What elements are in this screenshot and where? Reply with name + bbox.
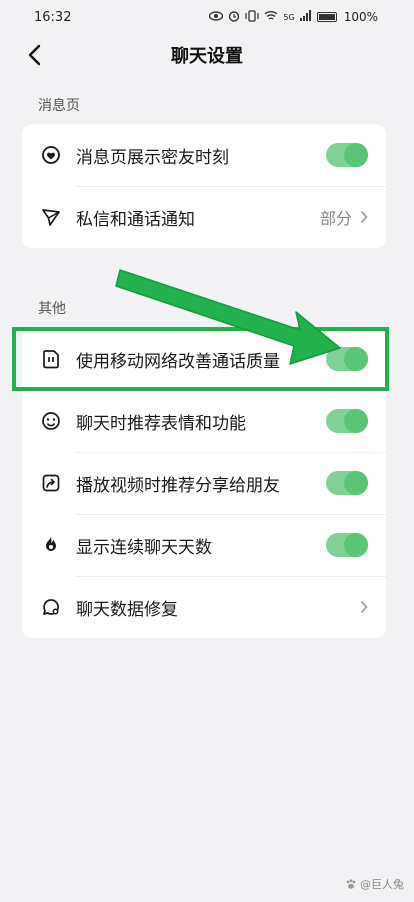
settings-card-other: 使用移动网络改善通话质量 聊天时推荐表情和功能 播放视频时推荐分享给朋友 显示连…: [22, 328, 386, 638]
settings-row-recommend-stickers[interactable]: 聊天时推荐表情和功能: [22, 390, 386, 452]
flame-icon: [40, 534, 62, 556]
nav-bar: 聊天设置: [0, 34, 414, 76]
chat-streak-days-toggle[interactable]: [326, 533, 368, 557]
row-label: 消息页展示密友时刻: [76, 147, 229, 168]
settings-row-chat-data-repair[interactable]: 聊天数据修复: [22, 576, 386, 638]
settings-row-close-friend-moments[interactable]: 消息页展示密友时刻: [22, 124, 386, 186]
settings-row-recommend-share-video[interactable]: 播放视频时推荐分享给朋友: [22, 452, 386, 514]
send-icon: [40, 206, 62, 228]
heart-pin-icon: [40, 144, 62, 166]
section-label-messages: 消息页: [38, 98, 80, 114]
recommend-share-video-toggle[interactable]: [326, 471, 368, 495]
share-icon: [40, 472, 62, 494]
toggle-knob: [344, 143, 368, 167]
chevron-left-icon: [28, 44, 41, 66]
paw-icon: [346, 879, 356, 889]
status-bar: 16:32 5G 100%: [0, 0, 414, 34]
watermark-text: @巨人兔: [360, 878, 404, 891]
row-label: 使用移动网络改善通话质量: [76, 351, 280, 372]
alarm-icon: [228, 10, 240, 25]
toggle-knob: [344, 347, 368, 371]
network-type: 5G: [283, 12, 295, 22]
back-button[interactable]: [20, 40, 48, 70]
row-label: 私信和通话通知: [76, 209, 195, 230]
settings-row-dm-call-notifications[interactable]: 私信和通话通知 部分: [22, 186, 386, 248]
row-label: 聊天数据修复: [76, 599, 178, 620]
settings-row-mobile-network-call-quality[interactable]: 使用移动网络改善通话质量: [22, 328, 386, 390]
row-value: 部分: [319, 209, 352, 228]
settings-row-chat-streak-days[interactable]: 显示连续聊天天数: [22, 514, 386, 576]
chevron-right-icon: [360, 210, 368, 224]
row-label: 聊天时推荐表情和功能: [76, 413, 246, 434]
mobile-network-call-quality-toggle[interactable]: [326, 347, 368, 371]
row-label: 显示连续聊天天数: [76, 537, 212, 558]
toggle-knob: [344, 409, 368, 433]
chevron-right-icon: [360, 600, 368, 614]
toggle-knob: [344, 533, 368, 557]
battery-icon: [316, 12, 337, 22]
wifi-icon: [264, 10, 278, 24]
smile-icon: [40, 410, 62, 432]
vibrate-icon: [245, 9, 259, 25]
page-title: 聊天设置: [171, 46, 243, 67]
row-label: 播放视频时推荐分享给朋友: [76, 475, 280, 496]
eye-icon: [209, 10, 224, 24]
sim-card-icon: [40, 348, 62, 370]
signal-icon: [299, 10, 312, 24]
chat-repair-icon: [40, 596, 62, 618]
close-friend-moments-toggle[interactable]: [326, 143, 368, 167]
watermark: @巨人兔: [345, 876, 404, 892]
battery-percent: 100%: [343, 10, 378, 24]
status-time: 16:32: [34, 9, 72, 25]
recommend-stickers-toggle[interactable]: [326, 409, 368, 433]
settings-card-messages: 消息页展示密友时刻 私信和通话通知 部分: [22, 124, 386, 248]
section-label-other: 其他: [38, 301, 66, 317]
status-icons: 5G 100%: [209, 9, 378, 25]
toggle-knob: [344, 471, 368, 495]
